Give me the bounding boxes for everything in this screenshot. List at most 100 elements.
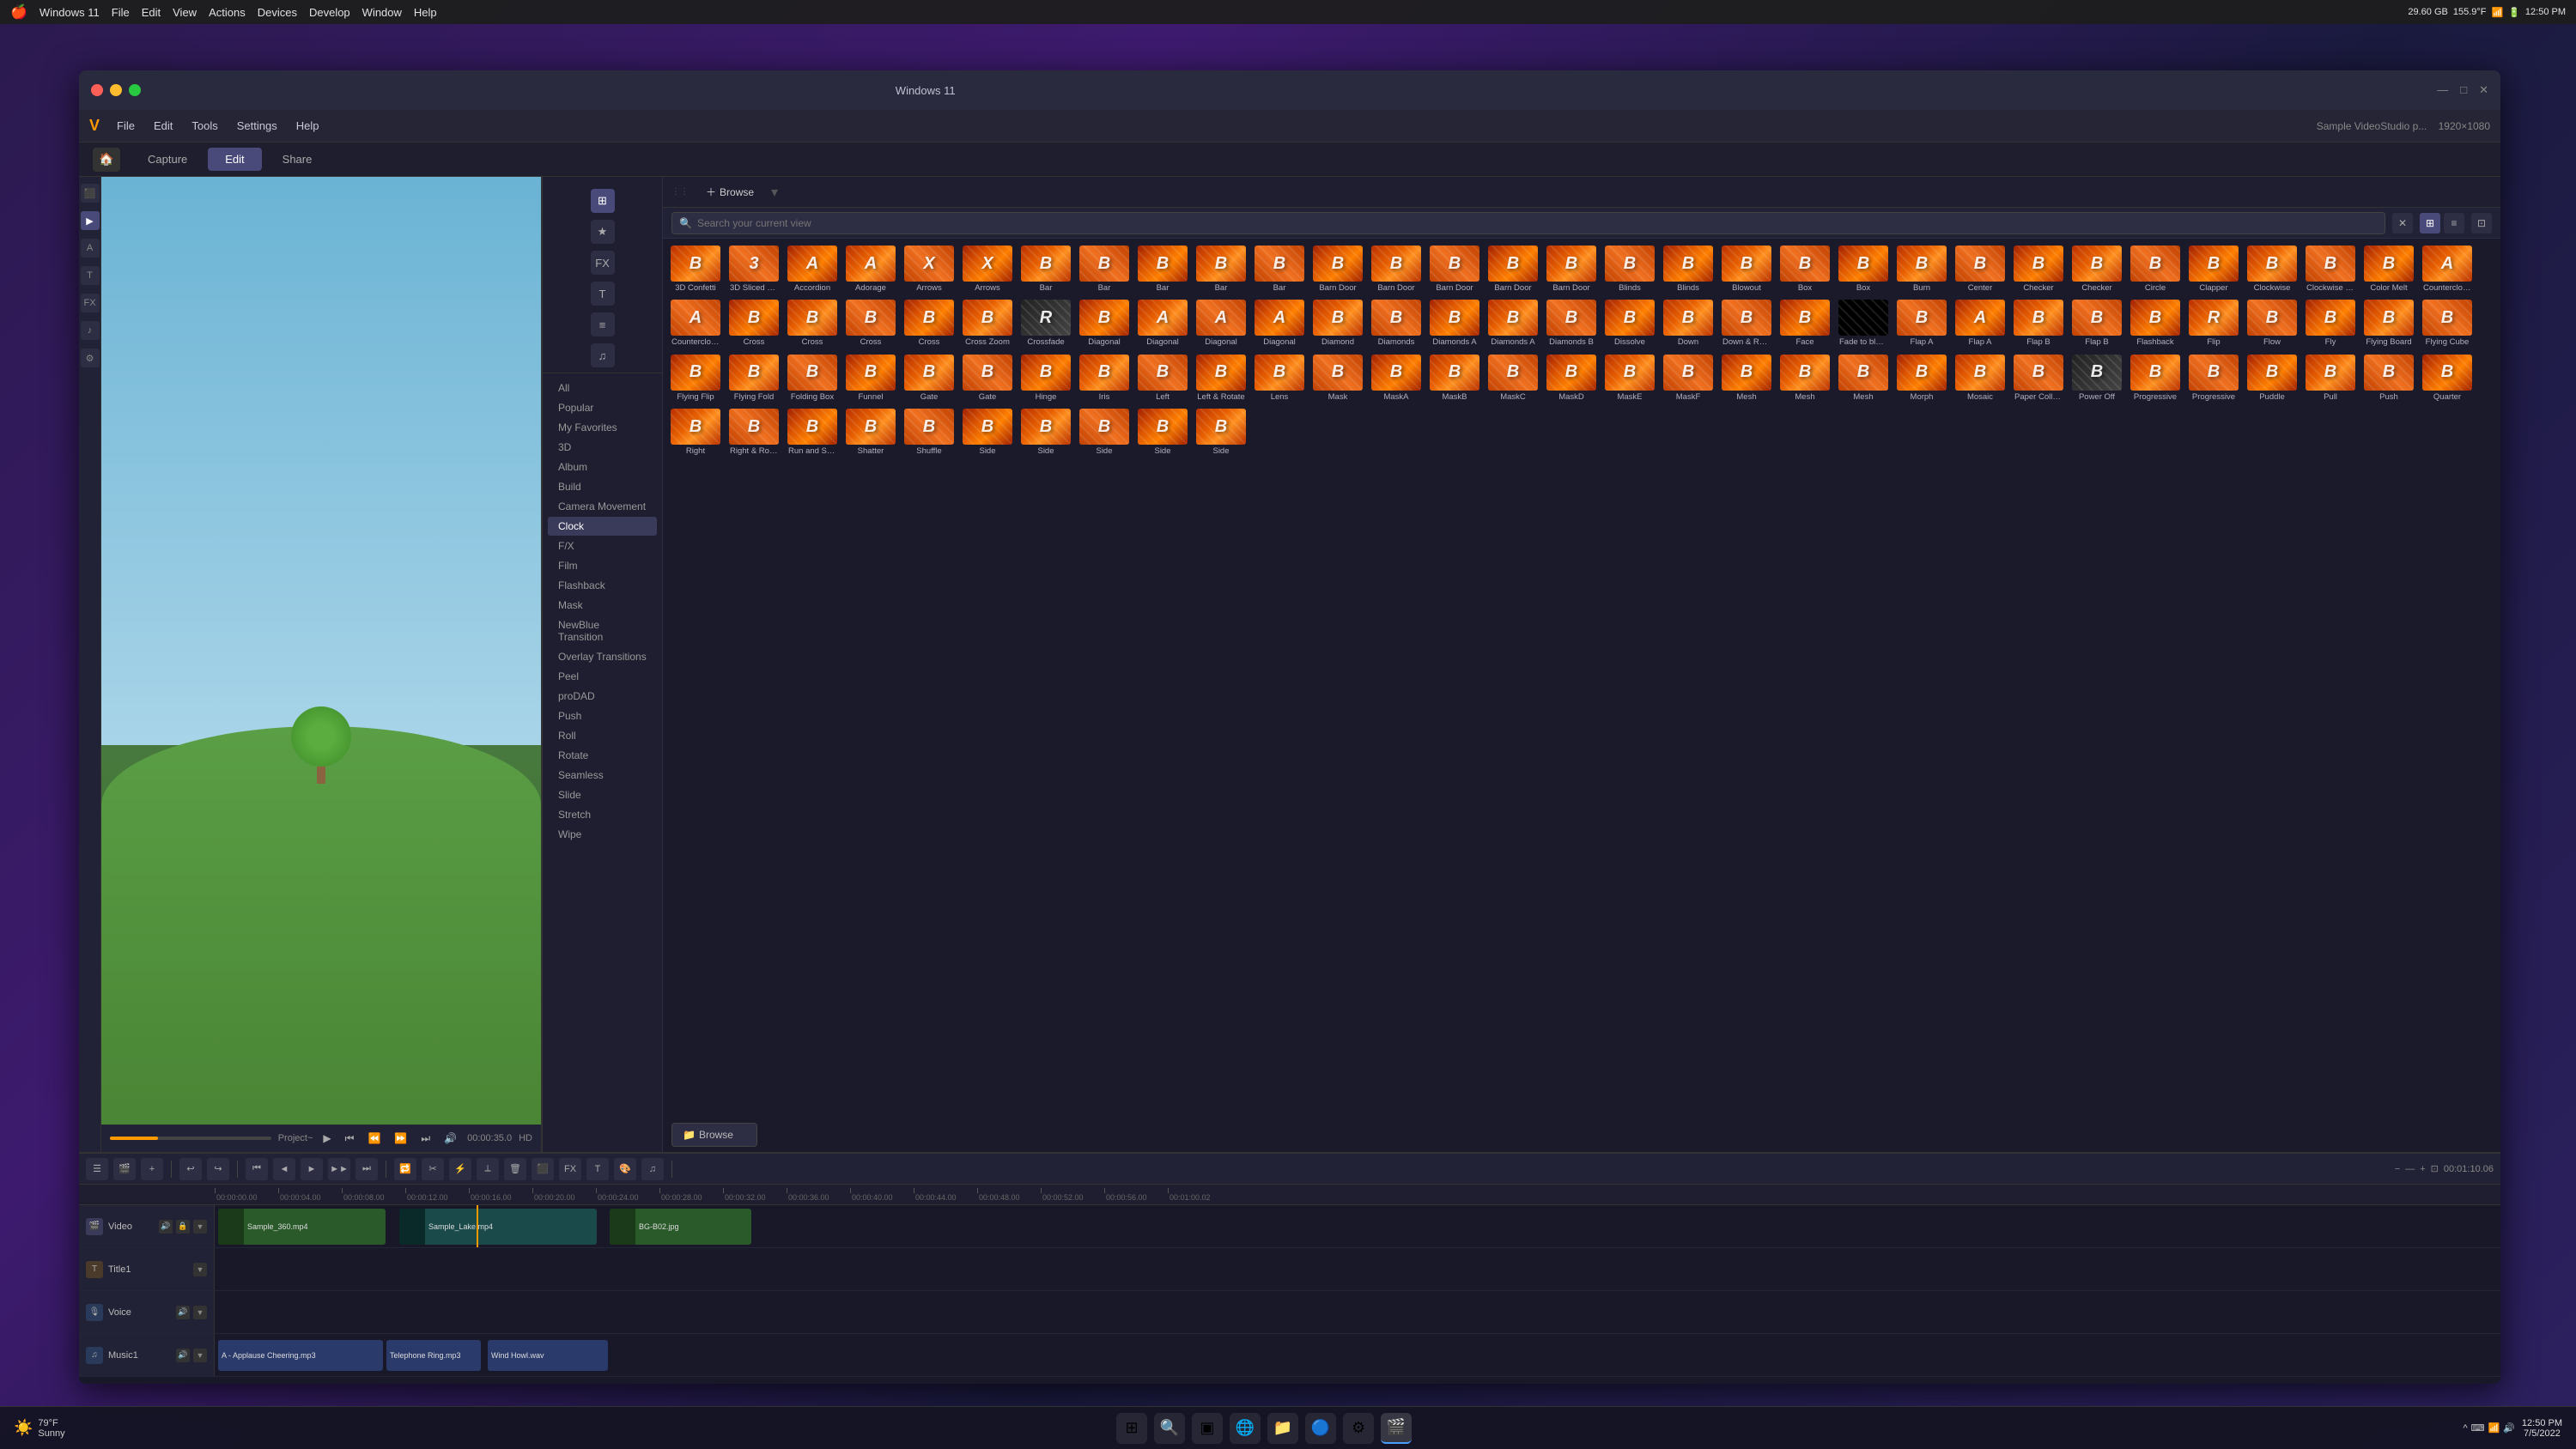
transition-item-36[interactable]: BCross Zoom (960, 298, 1015, 349)
sidebar-icon-text[interactable]: T (591, 282, 615, 306)
transition-item-12[interactable]: BBarn Door (1369, 244, 1424, 294)
mac-menu-edit[interactable]: Edit (142, 6, 161, 19)
transition-item-4[interactable]: XArrows (902, 244, 957, 294)
transition-item-33[interactable]: BCross (785, 298, 840, 349)
transition-item-93[interactable]: BRight (668, 407, 723, 458)
transition-item-39[interactable]: ADiagonal (1135, 298, 1190, 349)
title-expand-btn[interactable]: ▼ (193, 1263, 207, 1276)
transition-item-84[interactable]: BMosaic (1953, 353, 2008, 403)
color-icon[interactable]: A (81, 239, 100, 258)
tl-audio-btn[interactable]: ♫ (641, 1158, 664, 1180)
tl-loop-btn[interactable]: 🔁 (394, 1158, 416, 1180)
category-prodad[interactable]: proDAD (548, 687, 657, 706)
tl-delete-btn[interactable]: 🗑 (504, 1158, 526, 1180)
transition-item-54[interactable]: BFlap B (2011, 298, 2066, 349)
transition-item-77[interactable]: BMaskD (1544, 353, 1599, 403)
apple-menu[interactable]: 🍎 (10, 3, 27, 21)
transition-item-89[interactable]: BPuddle (2245, 353, 2300, 403)
systray-volume[interactable]: 🔊 (2503, 1422, 2515, 1434)
category-push[interactable]: Push (548, 706, 657, 725)
expand-button[interactable]: ⊡ (2471, 213, 2492, 233)
transition-item-17[interactable]: BBlinds (1661, 244, 1716, 294)
transition-item-21[interactable]: BBurn (1894, 244, 1949, 294)
transition-item-5[interactable]: XArrows (960, 244, 1015, 294)
transition-item-15[interactable]: BBarn Door (1544, 244, 1599, 294)
tl-back-btn[interactable]: ◄ (273, 1158, 295, 1180)
transition-item-61[interactable]: BFlying Cube (2420, 298, 2475, 349)
transition-item-71[interactable]: BLeft & Rotate (1194, 353, 1249, 403)
transition-item-96[interactable]: BShatter (843, 407, 898, 458)
transition-item-45[interactable]: BDiamonds A (1485, 298, 1540, 349)
transition-item-73[interactable]: BMask (1310, 353, 1365, 403)
category-flashback[interactable]: Flashback (548, 576, 657, 595)
settings-icon[interactable]: ⚙ (81, 349, 100, 367)
transition-item-27[interactable]: BClockwise (2245, 244, 2300, 294)
transition-item-66[interactable]: BGate (902, 353, 957, 403)
add-button[interactable]: ＋ Browse (701, 183, 759, 201)
music-track-content[interactable]: A - Applause Cheering.mp3 Telephone Ring… (215, 1334, 2500, 1376)
category-rotate[interactable]: Rotate (548, 746, 657, 765)
transition-item-100[interactable]: BSide (1077, 407, 1132, 458)
skip-end-button[interactable]: ⏭ (417, 1131, 434, 1147)
transition-item-78[interactable]: BMaskE (1602, 353, 1657, 403)
transition-item-87[interactable]: BProgressive (2128, 353, 2183, 403)
transition-item-16[interactable]: BBlinds (1602, 244, 1657, 294)
transition-item-29[interactable]: BColor Melt (2361, 244, 2416, 294)
taskbar-chrome-btn[interactable]: 🔵 (1305, 1413, 1336, 1444)
tab-capture[interactable]: Capture (131, 148, 204, 171)
taskbar-windows-btn[interactable]: ⊞ (1116, 1413, 1147, 1444)
transition-item-20[interactable]: BBox (1836, 244, 1891, 294)
category-peel[interactable]: Peel (548, 667, 657, 686)
category-stretch[interactable]: Stretch (548, 805, 657, 824)
step-forward-button[interactable]: ⏩ (391, 1131, 410, 1146)
audio-icon[interactable]: ♪ (81, 321, 100, 340)
category-popular[interactable]: Popular (548, 398, 657, 417)
app-menu-tools[interactable]: Tools (183, 116, 226, 136)
title-track-content[interactable] (215, 1248, 2500, 1290)
transition-item-74[interactable]: BMaskA (1369, 353, 1424, 403)
video-clip-2[interactable]: BG-B02.jpg (610, 1209, 751, 1245)
transition-item-102[interactable]: BSide (1194, 407, 1249, 458)
transition-item-67[interactable]: BGate (960, 353, 1015, 403)
tl-redo-btn[interactable]: ↪ (207, 1158, 229, 1180)
category-all[interactable]: All (548, 379, 657, 397)
music-mute-btn[interactable]: 🔊 (176, 1349, 190, 1362)
app-menu-help[interactable]: Help (288, 116, 328, 136)
category-roll[interactable]: Roll (548, 726, 657, 745)
transition-item-55[interactable]: BFlap B (2069, 298, 2124, 349)
transition-item-64[interactable]: BFolding Box (785, 353, 840, 403)
transition-item-40[interactable]: ADiagonal (1194, 298, 1249, 349)
sidebar-icon-audio[interactable]: ♫ (591, 343, 615, 367)
transition-item-52[interactable]: BFlap A (1894, 298, 1949, 349)
search-box[interactable]: 🔍 (671, 212, 2385, 234)
transition-item-6[interactable]: BBar (1018, 244, 1073, 294)
transition-item-57[interactable]: RFlip (2186, 298, 2241, 349)
maximize-button[interactable] (129, 84, 141, 96)
tl-color-btn[interactable]: 🎨 (614, 1158, 636, 1180)
mac-menu-help[interactable]: Help (414, 6, 437, 19)
transition-item-47[interactable]: BDissolve (1602, 298, 1657, 349)
transition-item-82[interactable]: BMesh (1836, 353, 1891, 403)
transition-item-10[interactable]: BBar (1252, 244, 1307, 294)
video-expand-btn[interactable]: ▼ (193, 1220, 207, 1234)
mac-menu-develop[interactable]: Develop (309, 6, 350, 19)
transition-item-44[interactable]: BDiamonds A (1427, 298, 1482, 349)
transition-item-30[interactable]: ACounterclockwise (2420, 244, 2475, 294)
tl-forward-btn[interactable]: ►► (328, 1158, 350, 1180)
tl-skip-start-btn[interactable]: ⏮ (246, 1158, 268, 1180)
step-back-button[interactable]: ⏪ (364, 1131, 384, 1146)
sidebar-icon-fx[interactable]: FX (591, 251, 615, 275)
voice-track-content[interactable] (215, 1291, 2500, 1333)
list-view-button[interactable]: ≡ (2444, 213, 2464, 233)
transition-item-76[interactable]: BMaskC (1485, 353, 1540, 403)
grid-view-button[interactable]: ⊞ (2420, 213, 2440, 233)
tl-tracks-btn[interactable]: ☰ (86, 1158, 108, 1180)
close-button[interactable] (91, 84, 103, 96)
transition-item-18[interactable]: BBlowout (1719, 244, 1774, 294)
transition-item-1[interactable]: 33D Sliced Cubes (726, 244, 781, 294)
category-mask[interactable]: Mask (548, 596, 657, 615)
zoom-in-icon[interactable]: + (2420, 1164, 2425, 1174)
video-mute-btn[interactable]: 🔊 (159, 1220, 173, 1234)
transition-item-49[interactable]: BDown & Rotate (1719, 298, 1774, 349)
tl-video-btn[interactable]: 🎬 (113, 1158, 136, 1180)
